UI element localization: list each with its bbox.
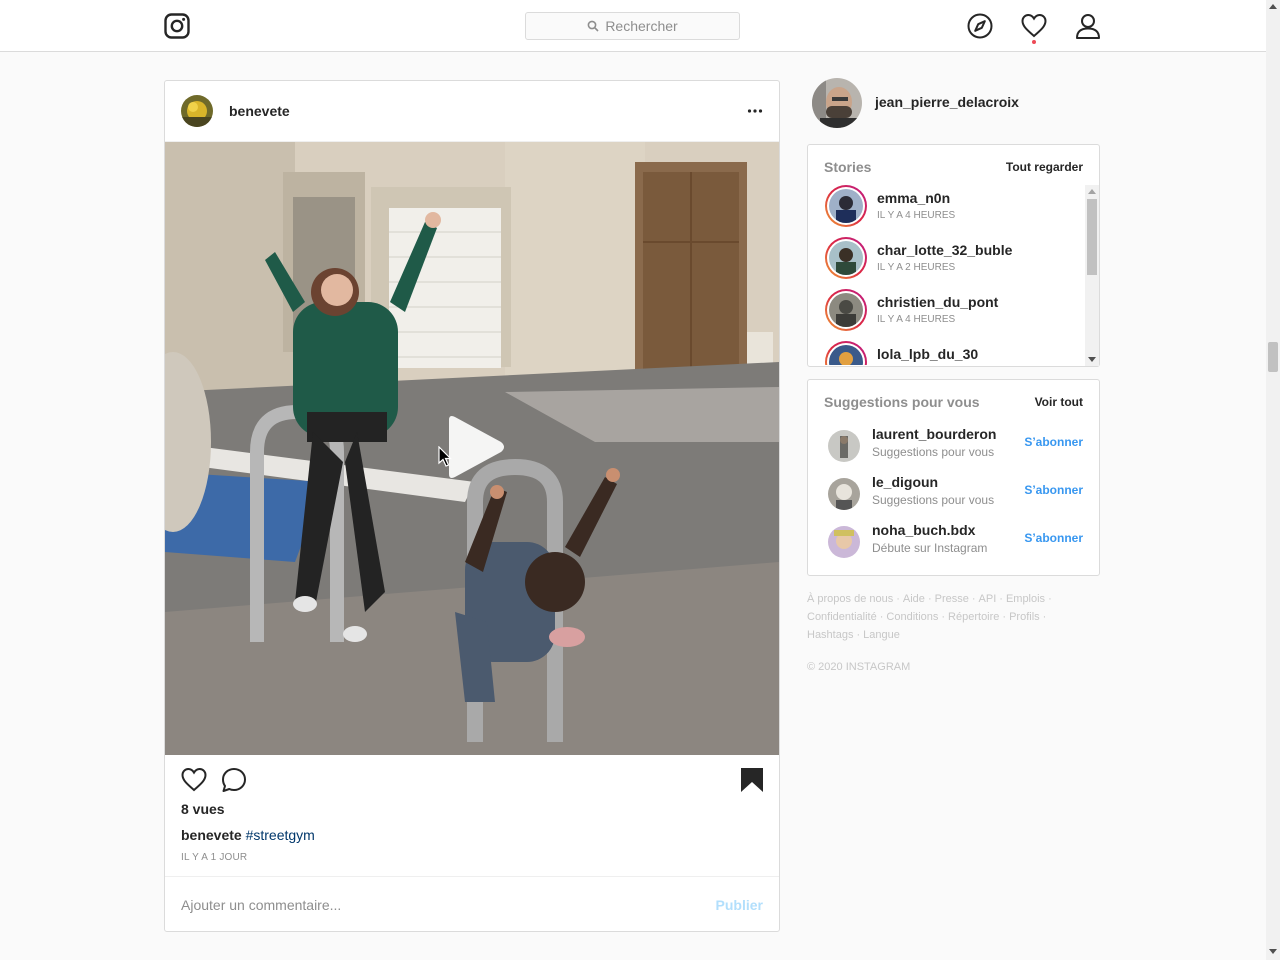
search-input[interactable]: Rechercher — [525, 12, 740, 40]
story-time: IL Y A 4 HEURES — [877, 210, 956, 221]
post-author-username[interactable]: benevete — [229, 103, 290, 119]
story-avatar — [829, 293, 863, 327]
stories-title: Stories — [824, 159, 872, 175]
footer-link[interactable]: Aide — [903, 593, 925, 605]
story-item[interactable]: char_lotte_32_buble IL Y A 2 HEURES — [808, 237, 1085, 289]
compass-icon[interactable] — [967, 13, 993, 39]
footer-link[interactable]: Conditions — [886, 611, 938, 623]
suggestion-avatar[interactable] — [828, 526, 860, 558]
story-username: char_lotte_32_buble — [877, 242, 1013, 258]
suggestions-panel: Suggestions pour vous Voir tout laurent_… — [807, 379, 1100, 576]
see-all-stories-link[interactable]: Tout regarder — [1006, 160, 1083, 174]
stories-panel: Stories Tout regarder emma_n0n IL Y A 4 … — [807, 144, 1100, 367]
story-item[interactable]: emma_n0n IL Y A 4 HEURES — [808, 185, 1085, 237]
story-item[interactable]: lola_lpb_du_30 — [808, 341, 1085, 365]
suggestion-reason: Débute sur Instagram — [872, 541, 988, 555]
feed-post: benevete 8 vues benevete #streetgym IL Y… — [164, 80, 780, 932]
footer-link[interactable]: Hashtags — [807, 629, 853, 641]
comment-box: Ajouter un commentaire... Publier — [165, 876, 779, 932]
footer-link[interactable]: Confidentialité — [807, 611, 877, 623]
suggestion-reason: Suggestions pour vous — [872, 445, 995, 459]
search-placeholder: Rechercher — [605, 18, 678, 34]
caption-username[interactable]: benevete — [181, 827, 242, 843]
story-username: emma_n0n — [877, 190, 951, 206]
post-actions — [181, 767, 765, 795]
footer-link[interactable]: Répertoire — [948, 611, 999, 623]
footer-link[interactable]: Langue — [863, 629, 900, 641]
scroll-down-arrow-icon[interactable] — [1269, 949, 1277, 954]
post-header: benevete — [165, 81, 779, 142]
scroll-down-arrow-icon[interactable] — [1088, 357, 1096, 362]
story-time: IL Y A 2 HEURES — [877, 262, 956, 273]
stories-scrollbar[interactable] — [1085, 185, 1099, 366]
story-avatar — [829, 345, 863, 365]
footer-link[interactable]: Presse — [935, 593, 969, 605]
instagram-logo-icon[interactable] — [164, 13, 190, 39]
copyright-text: © 2020 INSTAGRAM — [807, 661, 911, 673]
caption-hashtag[interactable]: #streetgym — [246, 827, 315, 843]
suggestion-avatar[interactable] — [828, 430, 860, 462]
comment-input[interactable]: Ajouter un commentaire... — [181, 897, 341, 913]
like-heart-icon[interactable] — [181, 767, 207, 793]
page-scrollbar-thumb[interactable] — [1268, 342, 1278, 372]
story-item[interactable]: christien_du_pont IL Y A 4 HEURES — [808, 289, 1085, 341]
story-avatar — [829, 189, 863, 223]
suggestions-title: Suggestions pour vous — [824, 394, 980, 410]
heart-icon[interactable] — [1021, 13, 1047, 39]
scroll-up-arrow-icon[interactable] — [1269, 4, 1277, 9]
story-time: IL Y A 4 HEURES — [877, 314, 956, 325]
follow-button[interactable]: S’abonner — [1024, 483, 1083, 497]
publish-button[interactable]: Publier — [716, 897, 763, 913]
profile-icon[interactable] — [1075, 13, 1101, 39]
view-count[interactable]: 8 vues — [181, 801, 225, 817]
search-icon — [587, 20, 599, 32]
story-avatar — [829, 241, 863, 275]
story-username: christien_du_pont — [877, 294, 999, 310]
scroll-up-arrow-icon[interactable] — [1088, 189, 1096, 194]
post-author-avatar[interactable] — [181, 95, 213, 127]
comment-icon[interactable] — [221, 767, 247, 793]
current-user-avatar[interactable] — [812, 78, 862, 128]
suggestion-avatar[interactable] — [828, 478, 860, 510]
footer-link[interactable]: Profils — [1009, 611, 1040, 623]
footer-link[interactable]: À propos de nous — [807, 593, 893, 605]
post-caption: benevete #streetgym — [181, 827, 315, 843]
top-navigation-bar: Rechercher — [0, 0, 1266, 52]
current-user-username[interactable]: jean_pierre_delacroix — [875, 94, 1019, 110]
footer-link[interactable]: Emplois — [1006, 593, 1045, 605]
follow-button[interactable]: S’abonner — [1024, 435, 1083, 449]
post-timestamp[interactable]: IL Y A 1 JOUR — [181, 852, 247, 863]
suggestion-item: le_digoun Suggestions pour vous S’abonne… — [808, 474, 1099, 514]
story-username: lola_lpb_du_30 — [877, 346, 979, 362]
suggestion-reason: Suggestions pour vous — [872, 493, 995, 507]
scrollbar-thumb[interactable] — [1087, 199, 1097, 275]
mouse-cursor-icon — [438, 446, 452, 467]
suggestion-username[interactable]: laurent_bourderon — [872, 426, 996, 442]
bookmark-saved-icon[interactable] — [739, 767, 765, 793]
post-video[interactable] — [165, 142, 779, 755]
suggestion-item: laurent_bourderon Suggestions pour vous … — [808, 426, 1099, 466]
notification-dot — [1032, 40, 1036, 44]
follow-button[interactable]: S’abonner — [1024, 531, 1083, 545]
suggestion-item: noha_buch.bdx Débute sur Instagram S’abo… — [808, 522, 1099, 562]
see-all-suggestions-link[interactable]: Voir tout — [1035, 395, 1083, 409]
more-options-icon[interactable] — [747, 103, 763, 119]
suggestion-username[interactable]: noha_buch.bdx — [872, 522, 975, 538]
suggestion-username[interactable]: le_digoun — [872, 474, 938, 490]
footer-links: À propos de nous · Aide · Presse · API · Emplois… — [807, 593, 1052, 641]
page-scrollbar[interactable] — [1266, 0, 1280, 960]
footer-link[interactable]: API — [979, 593, 997, 605]
stories-list: emma_n0n IL Y A 4 HEURES char_lotte_32_b… — [808, 185, 1085, 365]
